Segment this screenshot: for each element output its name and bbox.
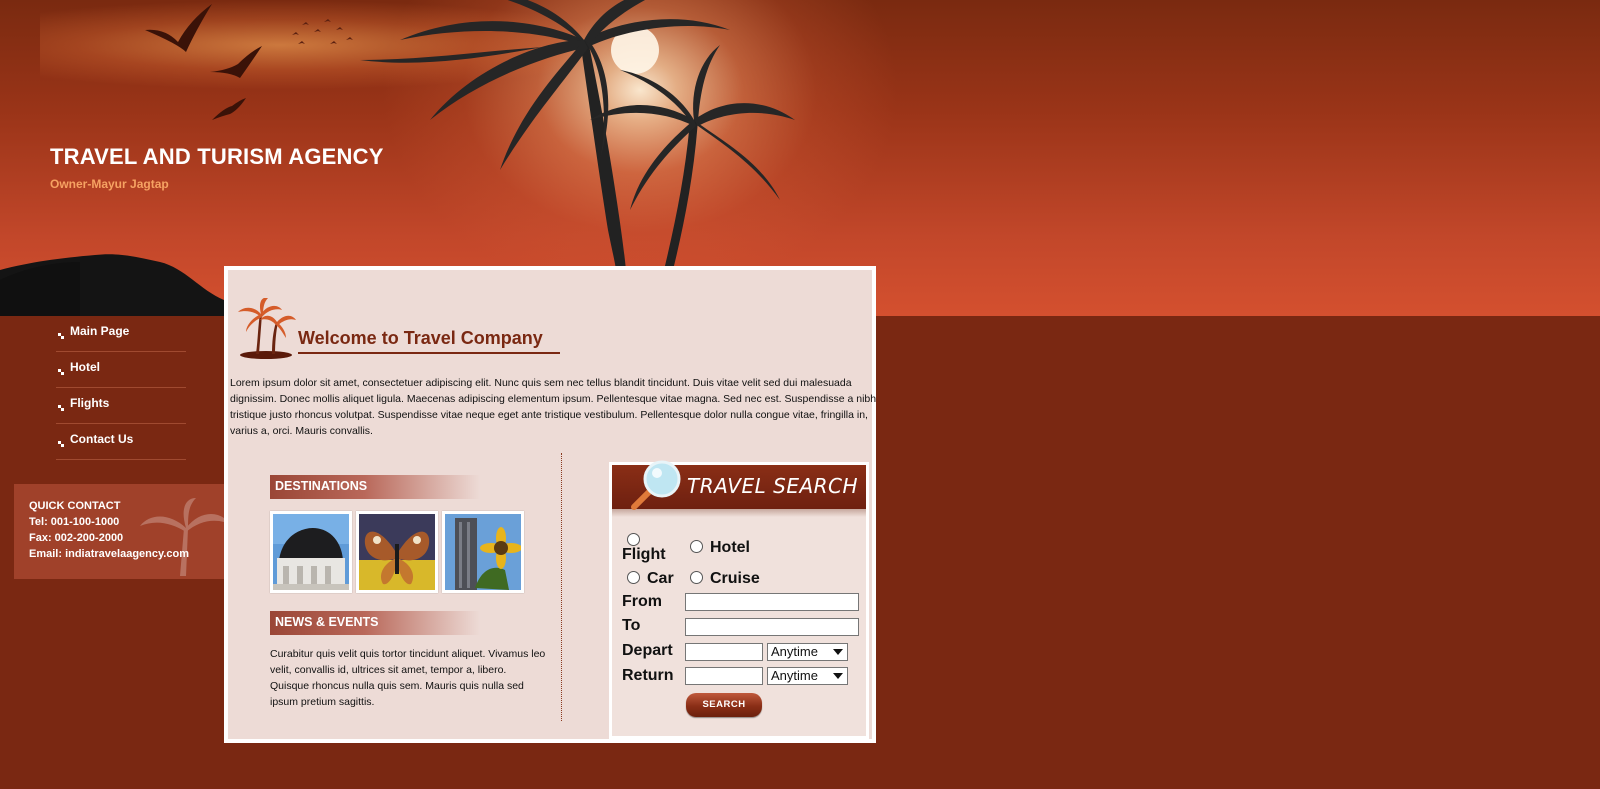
intro-paragraph: Lorem ipsum dolor sit amet, consectetuer… [230,377,877,437]
welcome-title: Welcome to Travel Company [298,328,560,354]
from-input[interactable] [685,593,859,611]
bullet-icon [58,405,64,411]
palm-tree-icon [238,298,296,359]
cruise-radio[interactable] [690,571,703,584]
nav-item-hotel[interactable]: Hotel [56,352,186,388]
bullet-icon [58,369,64,375]
butterfly-image [359,514,435,590]
news-paragraph: Curabitur quis velit quis tortor tincidu… [270,648,546,708]
cruise-label[interactable]: Cruise [710,570,760,588]
travel-search-box: TRAVEL SEARCH Flight Hotel Car Cruise Fr… [609,460,869,739]
magnifier-icon [631,460,681,510]
nav-item-flights[interactable]: Flights [56,388,186,424]
news-events-heading: NEWS & EVENTS [270,611,480,635]
depart-time-select[interactable]: Anytime [767,643,848,661]
destination-thumbnail-butterfly[interactable] [356,511,438,593]
to-label: To [622,617,641,634]
site-owner: Owner-Mayur Jagtap [50,177,169,191]
column-divider [561,453,562,721]
depart-label: Depart [622,642,673,659]
palm-tree-icon [140,498,224,576]
search-button[interactable]: SEARCH [686,693,762,717]
chevron-down-icon [833,673,843,679]
bullet-icon [58,333,64,339]
destinations-heading: DESTINATIONS [270,475,480,499]
destination-thumbnail-observatory[interactable] [270,511,352,593]
car-radio[interactable] [627,571,640,584]
hotel-label[interactable]: Hotel [710,539,750,557]
nav-item-label[interactable]: Main Page [70,324,129,338]
nav-item-label[interactable]: Flights [70,396,109,410]
bullet-icon [58,441,64,447]
quick-contact-box: QUICK CONTACT Tel: 001-100-1000 Fax: 002… [14,484,224,579]
main-content-panel: Welcome to Travel Company Lorem ipsum do… [224,266,876,743]
destination-thumbnail-sunflower[interactable] [442,511,524,593]
return-time-value: Anytime [771,668,818,683]
observatory-image [273,514,349,590]
return-time-select[interactable]: Anytime [767,667,848,685]
nav-item-main-page[interactable]: Main Page [56,316,186,352]
flight-radio[interactable] [627,533,640,546]
nav-item-contact-us[interactable]: Contact Us [56,424,186,460]
to-input[interactable] [685,618,859,636]
hotel-radio[interactable] [690,540,703,553]
nav-item-label[interactable]: Contact Us [70,432,133,446]
car-label[interactable]: Car [647,570,674,588]
return-label: Return [622,667,674,684]
from-label: From [622,593,662,610]
nav-item-label[interactable]: Hotel [70,360,100,374]
depart-date-input[interactable] [685,643,763,661]
return-date-input[interactable] [685,667,763,685]
sunflower-image [445,514,522,590]
depart-time-value: Anytime [771,644,818,659]
travel-search-title: TRAVEL SEARCH [687,474,859,498]
site-title: TRAVEL AND TURISM AGENCY [50,144,384,169]
main-navigation: Main Page Hotel Flights Contact Us [56,316,186,460]
chevron-down-icon [833,649,843,655]
flight-label[interactable]: Flight [622,546,666,564]
